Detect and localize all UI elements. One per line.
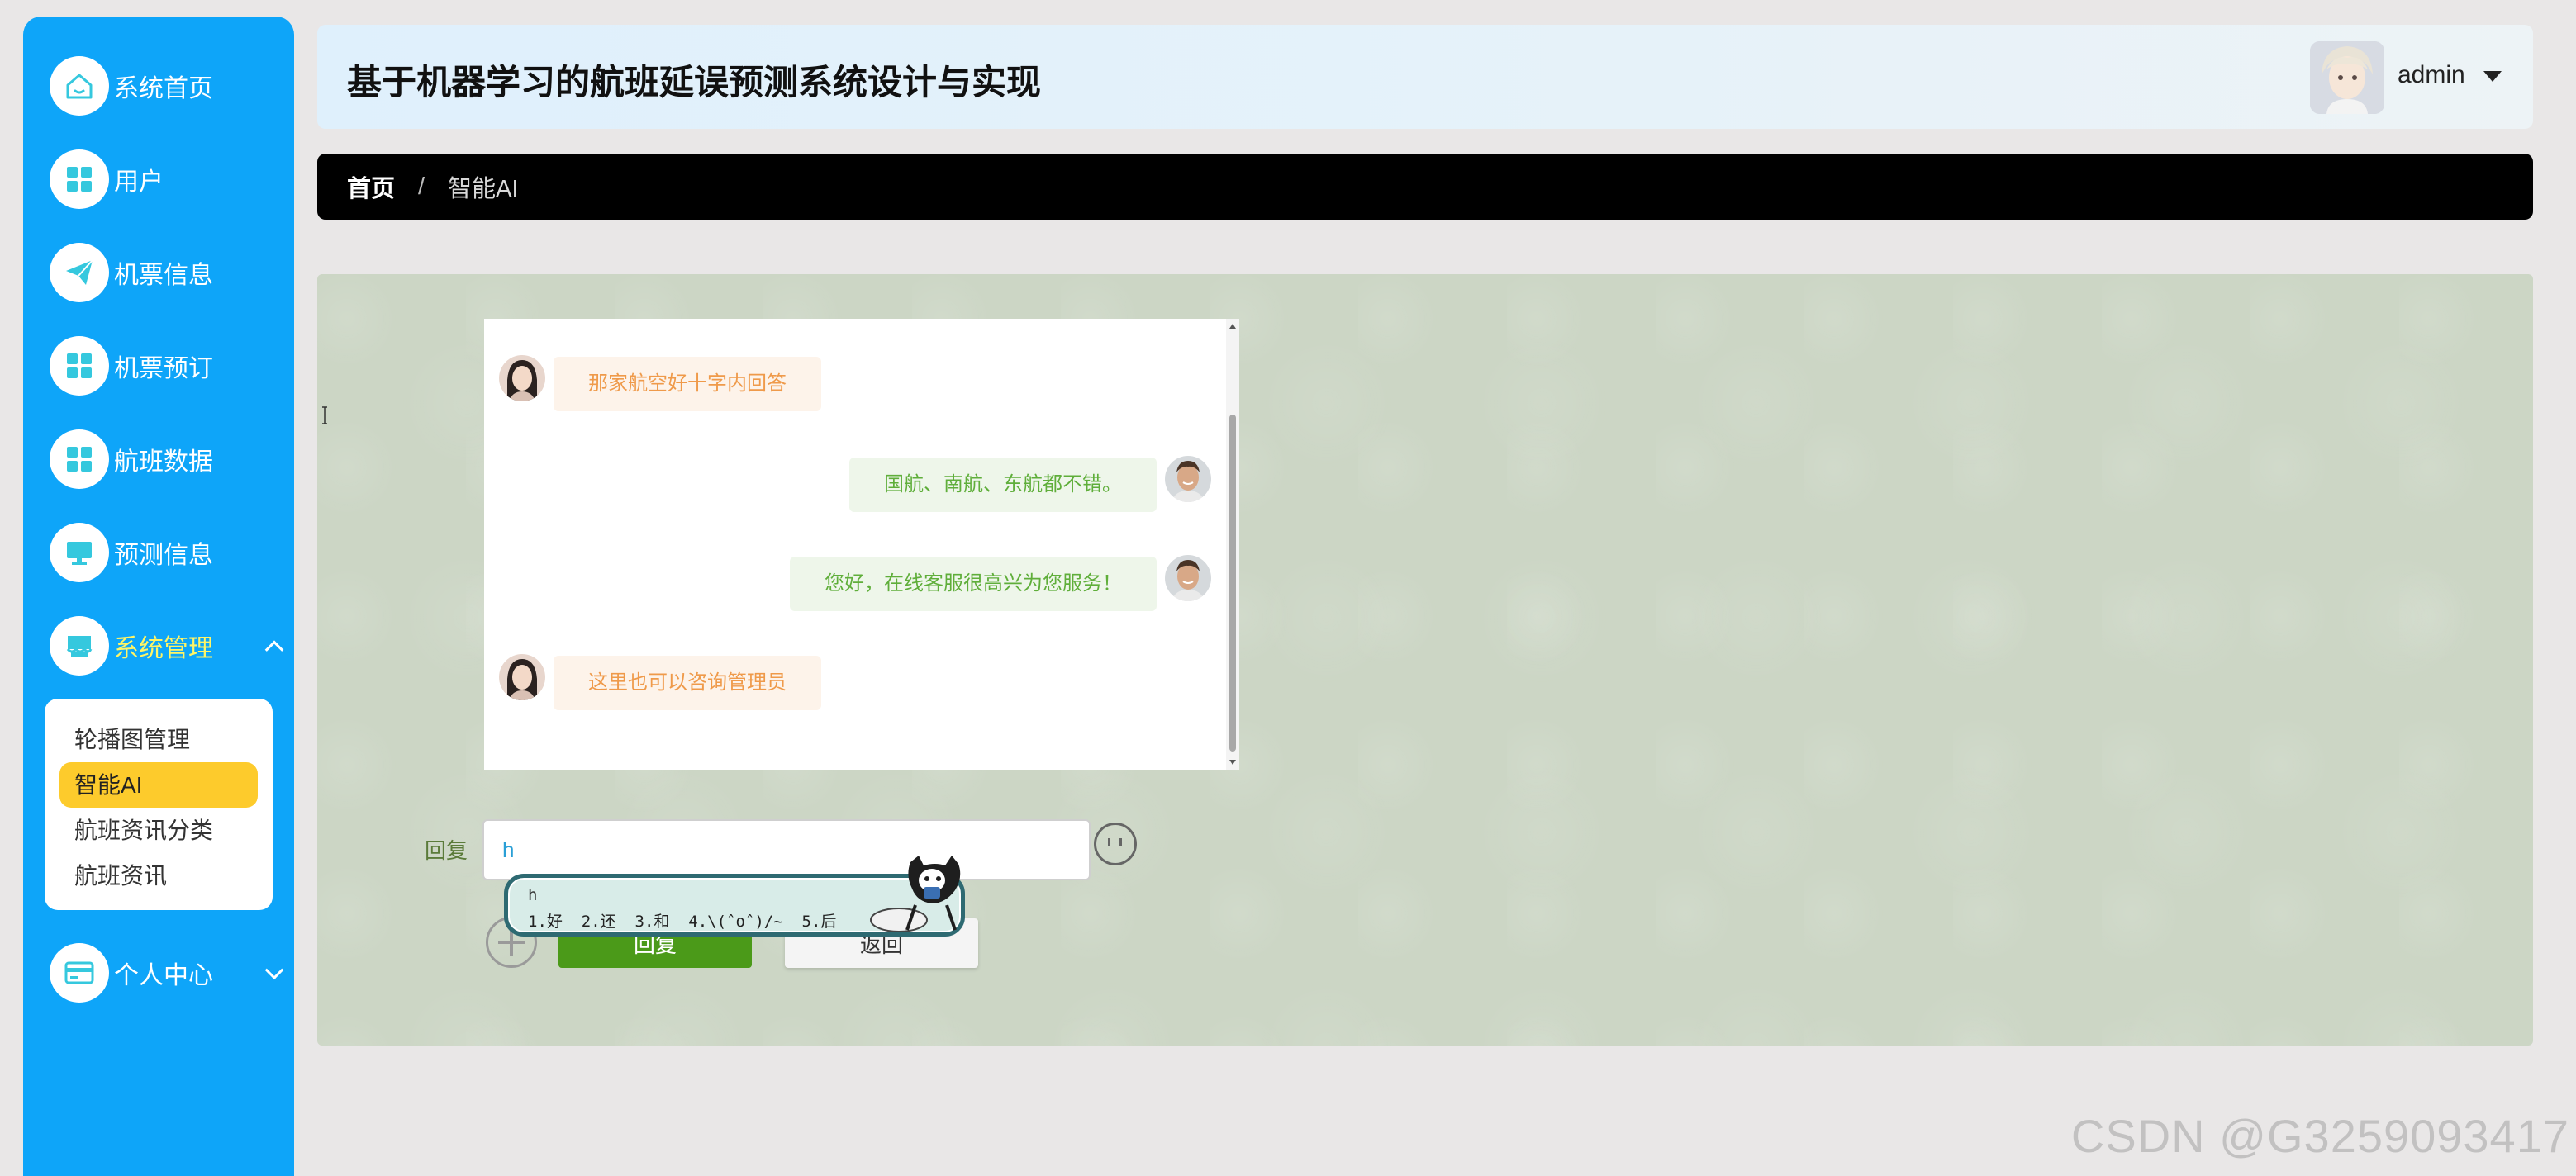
- text-cursor-icon: [322, 406, 327, 424]
- sidebar-item-label: 机票预订: [114, 355, 213, 382]
- top-header: 基于机器学习的航班延误预测系统设计与实现 admin: [317, 25, 2533, 129]
- sidebar-item-label: 航班数据: [114, 448, 213, 476]
- chat-scrollbar[interactable]: [1226, 319, 1239, 770]
- submenu-item-carousel[interactable]: 轮播图管理: [59, 717, 258, 762]
- sidebar-item-ticket-info[interactable]: 机票信息: [50, 241, 289, 304]
- monitor-icon: [50, 523, 109, 582]
- sidebar-item-label: 系统首页: [114, 75, 213, 102]
- sidebar-item-label: 个人中心: [114, 962, 213, 989]
- card-icon: [50, 943, 109, 1003]
- submenu-item-smart-ai[interactable]: 智能AI: [59, 762, 258, 808]
- reply-label: 回复: [425, 838, 468, 863]
- grid-icon: [50, 429, 109, 489]
- face-icon: [1108, 838, 1122, 846]
- chevron-down-icon: [264, 960, 284, 980]
- sidebar-item-personal-center[interactable]: 个人中心: [50, 941, 289, 1004]
- sidebar-item-users[interactable]: 用户: [50, 148, 289, 211]
- ime-mascot-icon: [870, 856, 961, 932]
- sidebar-item-system-management[interactable]: 系统管理: [50, 614, 289, 677]
- emoji-button[interactable]: [1094, 823, 1137, 865]
- sidebar: 系统首页 用户 机票信息 机票预订 航班数据 预测信息 系统管理 轮播图管理 智…: [23, 17, 294, 1176]
- chevron-up-icon: [264, 640, 284, 660]
- service-avatar: [499, 355, 545, 401]
- ime-candidate-list[interactable]: 1.好 2.还 3.和 4.\(ˆoˆ)/~ 5.后: [528, 909, 836, 932]
- breadcrumb-separator: /: [418, 173, 425, 200]
- home-icon: [50, 56, 109, 116]
- breadcrumb-current: 智能AI: [448, 176, 519, 202]
- scroll-up-arrow-icon[interactable]: [1229, 324, 1236, 329]
- paper-plane-icon: [50, 243, 109, 302]
- chat-message-user: 国航、南航、东航都不错。: [849, 458, 1157, 512]
- store-icon: [50, 616, 109, 676]
- scroll-down-arrow-icon[interactable]: [1229, 760, 1236, 765]
- system-management-submenu: 轮播图管理 智能AI 航班资讯分类 航班资讯: [45, 699, 273, 910]
- grid-icon: [50, 149, 109, 209]
- sidebar-item-label: 系统管理: [114, 635, 213, 662]
- breadcrumb-home[interactable]: 首页: [347, 169, 395, 204]
- chat-message-user: 您好，在线客服很高兴为您服务！: [790, 557, 1157, 611]
- sidebar-item-prediction[interactable]: 预测信息: [50, 521, 289, 584]
- user-avatar: [1165, 555, 1211, 601]
- ime-composition-text: h: [528, 886, 538, 904]
- chat-history[interactable]: 那家航空好十字内回答 国航、南航、东航都不错。 您好，在线客服很高兴为您服务！ …: [484, 319, 1239, 770]
- scroll-thumb[interactable]: [1229, 415, 1236, 752]
- grid-icon: [50, 336, 109, 396]
- avatar[interactable]: [2310, 41, 2384, 114]
- sidebar-item-label: 预测信息: [114, 542, 213, 569]
- sidebar-item-ticket-booking[interactable]: 机票预订: [50, 334, 289, 397]
- submenu-item-news[interactable]: 航班资讯: [59, 853, 258, 899]
- sidebar-item-label: 机票信息: [114, 262, 213, 289]
- chat-message-service: 那家航空好十字内回答: [554, 357, 821, 411]
- sidebar-item-label: 用户: [114, 168, 164, 196]
- sidebar-item-flight-data[interactable]: 航班数据: [50, 428, 289, 491]
- user-avatar: [1165, 456, 1211, 502]
- reply-input[interactable]: [482, 819, 1091, 880]
- sidebar-item-home[interactable]: 系统首页: [50, 55, 289, 117]
- caret-down-icon[interactable]: [2483, 71, 2502, 82]
- service-avatar: [499, 654, 545, 700]
- username[interactable]: admin: [2398, 61, 2465, 89]
- chat-message-service: 这里也可以咨询管理员: [554, 656, 821, 710]
- submenu-item-news-category[interactable]: 航班资讯分类: [59, 808, 258, 853]
- page-title: 基于机器学习的航班延误预测系统设计与实现: [347, 63, 1042, 102]
- breadcrumb: 首页 / 智能AI: [317, 154, 2533, 220]
- watermark-text: CSDN @G3259093417: [2070, 1110, 2569, 1162]
